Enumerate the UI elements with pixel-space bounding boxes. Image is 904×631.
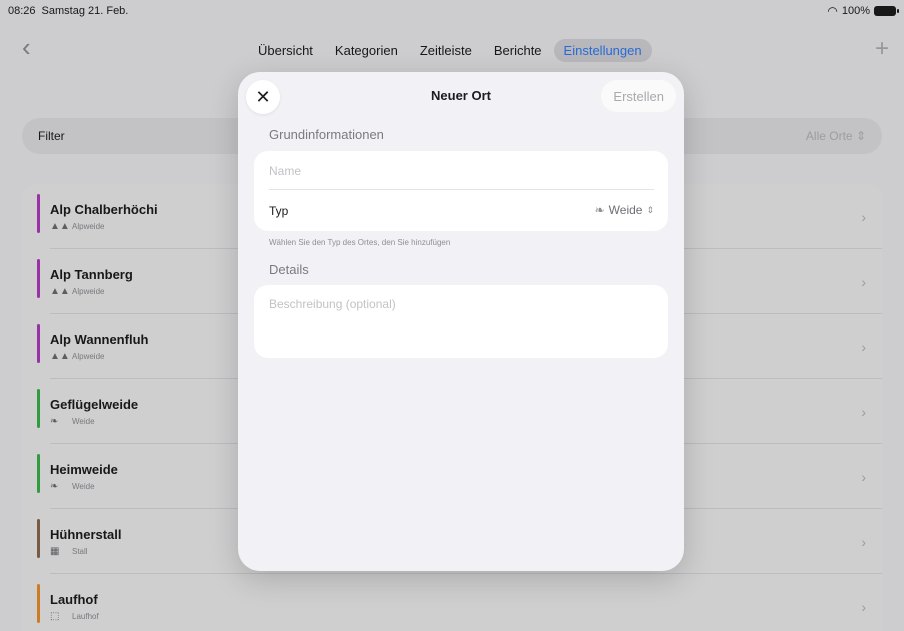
divider	[269, 189, 654, 190]
new-location-sheet: ✕ Neuer Ort Erstellen Grundinformationen…	[238, 72, 684, 571]
section-header-details: Details	[269, 262, 309, 277]
create-button[interactable]: Erstellen	[601, 80, 676, 112]
type-picker[interactable]: ❧ Weide ⇕	[595, 203, 654, 217]
name-field[interactable]: Name	[269, 164, 301, 178]
type-value: Weide	[608, 203, 643, 217]
type-label: Typ	[269, 204, 289, 218]
description-field[interactable]: Beschreibung (optional)	[254, 285, 668, 358]
type-hint: Wählen Sie den Typ des Ortes, den Sie hi…	[269, 238, 451, 247]
leaf-icon: ❧	[594, 203, 605, 217]
description-placeholder: Beschreibung (optional)	[269, 297, 396, 311]
chevron-updown-icon: ⇕	[646, 204, 654, 215]
basic-info-card: Name Typ ❧ Weide ⇕	[254, 151, 668, 231]
section-header-basic: Grundinformationen	[269, 127, 384, 142]
